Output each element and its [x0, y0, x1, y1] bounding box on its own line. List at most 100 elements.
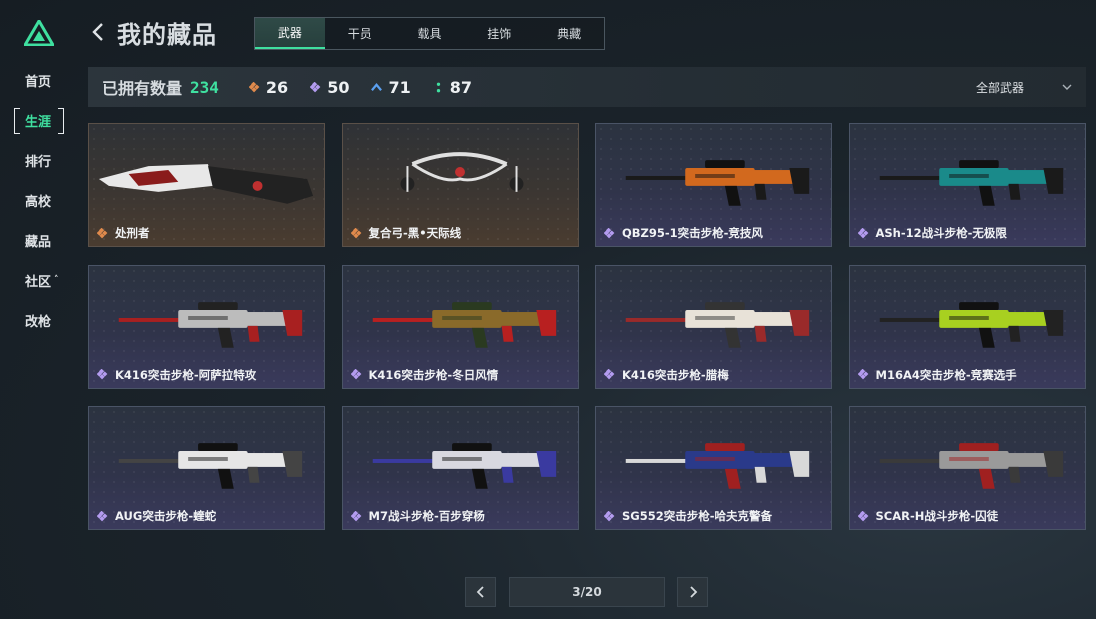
purple-diamond-icon — [310, 81, 321, 92]
aug-white-weapon-image — [118, 443, 303, 489]
rarity-stat: 87 — [433, 78, 472, 97]
card-label: K416突击步枪-冬日风情 — [350, 367, 499, 383]
tab-4[interactable]: 典藏 — [534, 18, 604, 49]
card-label: 复合弓-黑•天际线 — [350, 225, 462, 241]
prev-page-button[interactable] — [465, 577, 496, 607]
sidebar-item-4[interactable]: 藏品 — [14, 226, 64, 254]
sidebar-item-2[interactable]: 排行 — [14, 146, 64, 174]
card-item-name: K416突击步枪-阿萨拉特攻 — [115, 367, 257, 382]
card-item-name: 复合弓-黑•天际线 — [368, 226, 462, 240]
card-item-name: SCAR-H战斗步枪-囚徒 — [875, 509, 999, 523]
card-label: SG552突击步枪-哈夫克警备 — [604, 508, 772, 524]
collection-card[interactable]: K416突击步枪-冬日风情 — [341, 264, 579, 389]
card-label: QBZ95-1突击步枪-竞技风 — [604, 225, 763, 241]
sidebar-item-label: 高校 — [25, 194, 52, 210]
sidebar-nav: 首页生涯排行高校藏品社区 ˄ 改枪 — [14, 66, 64, 346]
collection-card[interactable]: ASh-12战斗步枪-无极限 — [848, 123, 1086, 247]
card-item-name: SG552突击步枪-哈夫克警备 — [622, 509, 772, 523]
sidebar-item-1[interactable]: 生涯 — [14, 106, 64, 134]
sidebar-item-label: 排行 — [25, 154, 52, 170]
weapon-filter-dropdown[interactable]: 全部武器 — [976, 67, 1072, 107]
sidebar-item-label: 生涯 — [25, 114, 52, 130]
knife-weapon-image — [98, 164, 314, 204]
bullpup-orange-weapon-image — [625, 160, 810, 206]
rarity-stat-value: 87 — [449, 77, 472, 97]
collection-card[interactable]: K416突击步枪-阿萨拉特攻 — [88, 264, 325, 389]
collection-card[interactable]: SG552突击步枪-哈夫克警备 — [595, 406, 832, 530]
bullpup-teal-weapon-image — [879, 160, 1063, 206]
sidebar-item-0[interactable]: 首页 — [14, 66, 64, 94]
rarity-stat-value: 71 — [388, 77, 411, 97]
purple-diamond-icon — [857, 227, 868, 238]
collection-card[interactable]: 处刑者 — [88, 123, 325, 247]
sidebar-item-6[interactable]: 改枪 — [14, 306, 64, 334]
sg552-blue-weapon-image — [625, 443, 810, 489]
rifle-lime-weapon-image — [879, 301, 1063, 348]
collection-card[interactable]: AUG突击步枪-蝰蛇 — [88, 406, 325, 530]
rarity-stat-value: 26 — [265, 77, 289, 97]
collection-card[interactable]: M7战斗步枪-百步穿杨 — [341, 406, 579, 530]
rarity-stat-value: 50 — [327, 77, 350, 97]
page-title: 我的藏品 — [117, 21, 217, 49]
purple-diamond-icon — [350, 369, 361, 380]
collection-card[interactable]: M16A4突击步枪-竞赛选手 — [848, 264, 1086, 389]
purple-diamond-icon — [857, 510, 868, 521]
card-item-name: 处刑者 — [115, 226, 150, 240]
chevron-down-icon — [1062, 84, 1072, 90]
purple-diamond-icon — [857, 369, 868, 380]
rifle-white-weapon-image — [625, 301, 810, 348]
tab-0[interactable]: 武器 — [255, 18, 325, 49]
rarity-stat: 50 — [310, 78, 349, 97]
tab-3[interactable]: 挂饰 — [464, 18, 534, 49]
card-label: 处刑者 — [97, 225, 150, 241]
sidebar-item-5[interactable]: 社区 ˄ — [14, 266, 64, 294]
sidebar-item-label: 首页 — [25, 74, 52, 90]
purple-diamond-icon — [97, 510, 108, 521]
purple-diamond-icon — [604, 227, 615, 238]
card-item-name: QBZ95-1突击步枪-竞技风 — [622, 226, 763, 240]
purple-diamond-icon — [350, 510, 361, 521]
next-page-button[interactable] — [677, 577, 708, 607]
m7-white-weapon-image — [372, 443, 556, 489]
blue-chevron-icon — [371, 82, 383, 91]
game-logo-icon — [24, 20, 54, 46]
sidebar-item-label: 改枪 — [25, 314, 52, 330]
tab-2[interactable]: 载具 — [395, 18, 465, 49]
sidebar-item-label: 社区 — [25, 274, 52, 290]
card-label: AUG突击步枪-蝰蛇 — [97, 508, 216, 524]
card-label: K416突击步枪-阿萨拉特攻 — [97, 367, 256, 383]
collection-card[interactable]: 复合弓-黑•天际线 — [341, 123, 579, 247]
rifle-red-weapon-image — [118, 301, 303, 348]
green-dots-icon — [436, 82, 440, 92]
card-item-name: K416突击步枪-腊梅 — [622, 367, 729, 382]
orange-diamond-icon — [350, 227, 361, 238]
tab-1[interactable]: 干员 — [325, 18, 395, 49]
sidebar-item-label: 藏品 — [25, 234, 52, 250]
card-item-name: K416突击步枪-冬日风情 — [368, 367, 499, 382]
purple-diamond-icon — [97, 369, 108, 380]
rarity-stat: 26 — [248, 77, 289, 97]
card-item-name: AUG突击步枪-蝰蛇 — [115, 509, 217, 523]
rarity-stat: 71 — [371, 77, 411, 97]
collection-card[interactable]: SCAR-H战斗步枪-囚徒 — [848, 406, 1086, 530]
collection-card[interactable]: QBZ95-1突击步枪-竞技风 — [595, 123, 832, 247]
purple-diamond-icon — [604, 369, 615, 380]
bow-weapon-image — [400, 152, 523, 192]
category-tabs: 武器 干员 载具 挂饰 典藏 — [254, 17, 605, 50]
collection-grid: 处刑者 复合弓-黑•天际线 QBZ95-1突击步枪-竞技风 ASh-12战斗步枪-无极… — [88, 123, 1086, 530]
weapon-filter-label: 全部武器 — [975, 80, 1024, 95]
back-arrow-icon[interactable] — [90, 20, 106, 44]
orange-diamond-icon — [97, 227, 108, 238]
purple-diamond-icon — [604, 510, 615, 521]
card-label: K416突击步枪-腊梅 — [604, 367, 729, 383]
collection-card[interactable]: K416突击步枪-腊梅 — [595, 264, 832, 389]
chevron-left-icon — [476, 586, 484, 598]
rifle-festive-weapon-image — [372, 301, 556, 348]
orange-diamond-icon — [248, 81, 260, 92]
page-indicator: 3/20 — [509, 577, 665, 607]
caret-up-icon: ˄ — [54, 275, 59, 285]
card-label: ASh-12战斗步枪-无极限 — [857, 225, 1007, 241]
sidebar-item-3[interactable]: 高校 — [14, 186, 64, 214]
card-item-name: M16A4突击步枪-竞赛选手 — [875, 367, 1017, 382]
card-item-name: ASh-12战斗步枪-无极限 — [875, 226, 1007, 240]
